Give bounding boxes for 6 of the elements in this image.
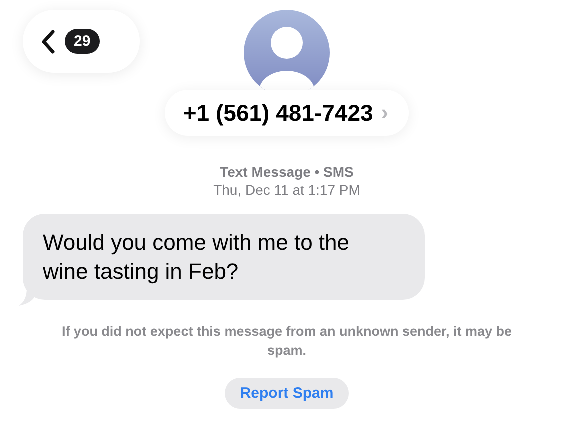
spam-warning: If you did not expect this message from an unknown sender, it may be spam. — [60, 323, 514, 360]
back-button[interactable]: 29 — [23, 10, 140, 73]
service-label: Text Message • SMS — [220, 164, 354, 180]
back-icon — [41, 30, 55, 54]
unread-count-badge: 29 — [65, 29, 100, 54]
timestamp: Thu, Dec 11 at 1:17 PM — [214, 182, 360, 198]
